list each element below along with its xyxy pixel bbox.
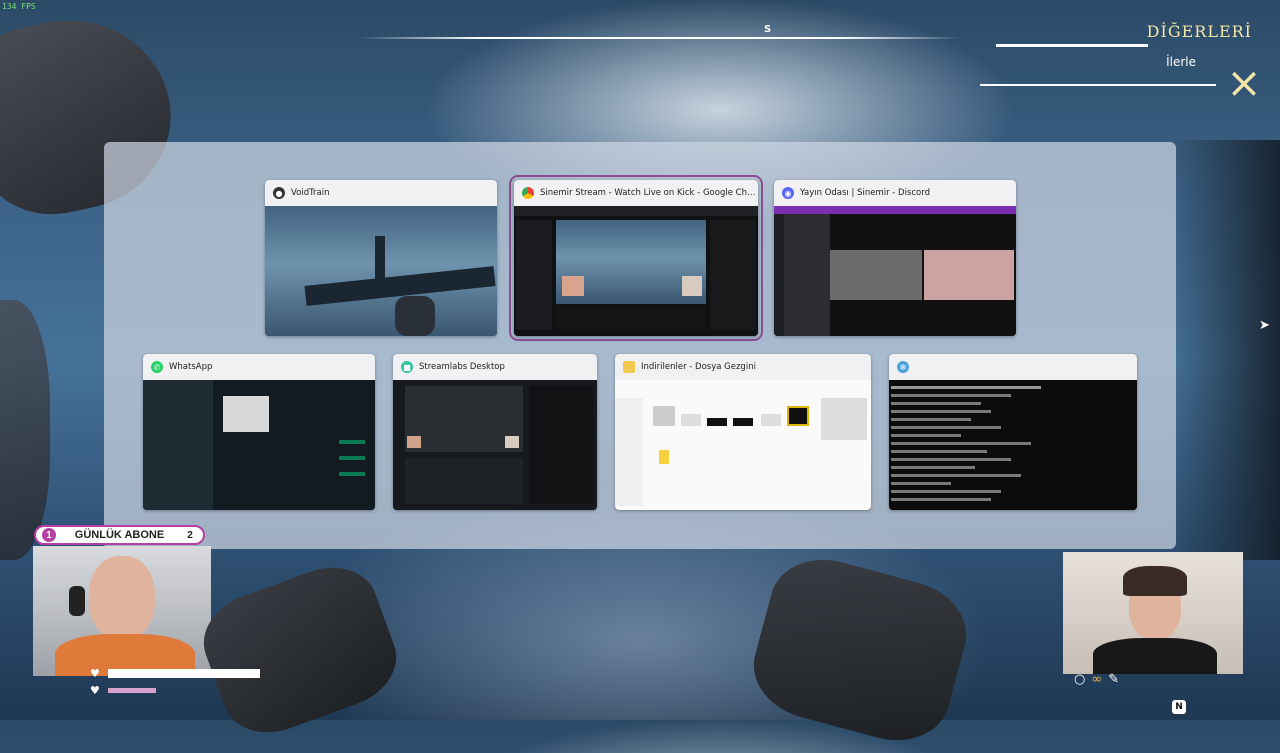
- objective-divider: [980, 84, 1216, 86]
- window-switcher: ● VoidTrain Sinemir Stream - Watch Live …: [104, 142, 1176, 549]
- window-preview: [265, 206, 497, 336]
- whatsapp-icon: ✆: [151, 361, 163, 373]
- window-preview: [615, 380, 871, 510]
- stamina-icon: ♥: [90, 684, 100, 697]
- folder-icon: [623, 361, 635, 373]
- window-titlebar: ● VoidTrain: [265, 180, 497, 206]
- window-titlebar: ✆ WhatsApp: [143, 354, 375, 380]
- window-preview: [514, 206, 758, 336]
- n-key-prompt: N: [1172, 700, 1186, 714]
- compass-direction: S: [764, 24, 772, 35]
- window-thumb-whatsapp[interactable]: ✆ WhatsApp: [143, 354, 375, 510]
- window-thumb-chrome-kick[interactable]: Sinemir Stream - Watch Live on Kick - Go…: [509, 175, 763, 341]
- compass: S: [360, 24, 960, 44]
- window-titlebar: ◉ Yayın Odası | Sinemir - Discord: [774, 180, 1016, 206]
- objective-title: DİĞERLERİ: [1146, 22, 1252, 41]
- mouse-cursor-icon: ➤: [1259, 318, 1270, 333]
- health-bar: [108, 669, 260, 678]
- goal-label: GÜNLÜK ABONE: [74, 529, 165, 541]
- window-preview: [143, 380, 375, 510]
- player-right-glove: [742, 546, 978, 753]
- objective-progress-bar: [996, 44, 1148, 47]
- window-title: VoidTrain: [291, 188, 330, 198]
- chrome-icon: [522, 187, 534, 199]
- window-titlebar: ✻: [889, 354, 1137, 380]
- terminal-icon: ✻: [897, 361, 909, 373]
- window-titlebar: Sinemir Stream - Watch Live on Kick - Go…: [514, 180, 758, 206]
- window-thumb-file-explorer[interactable]: İndirilenler - Dosya Gezgini: [615, 354, 871, 510]
- window-title: Streamlabs Desktop: [419, 362, 505, 372]
- window-preview: [889, 380, 1137, 510]
- circle-icon: ○: [1074, 672, 1086, 687]
- objective-panel: DİĞERLERİ İlerle ⨉: [980, 18, 1260, 108]
- player-left-glove: [191, 553, 409, 747]
- voidtrain-icon: ●: [273, 187, 285, 199]
- window-preview: [774, 206, 1016, 336]
- window-title: WhatsApp: [169, 362, 213, 372]
- objective-subtitle: İlerle: [1166, 55, 1196, 69]
- daily-sub-goal: 1 GÜNLÜK ABONE 2: [34, 525, 205, 545]
- fps-counter: 134 FPS: [2, 2, 36, 11]
- window-titlebar: İndirilenler - Dosya Gezgini: [615, 354, 871, 380]
- window-thumb-discord[interactable]: ◉ Yayın Odası | Sinemir - Discord: [774, 180, 1016, 336]
- window-title: Sinemir Stream - Watch Live on Kick - Go…: [540, 188, 758, 198]
- webcam-streamer: [33, 546, 211, 676]
- hud-status-icons: ○ ∞ ✎: [1074, 672, 1119, 687]
- goal-current: 1: [42, 528, 56, 542]
- window-preview: [393, 380, 597, 510]
- tool-icon: ✎: [1108, 672, 1120, 687]
- webcam-guest: [1063, 552, 1243, 674]
- health-icon: ♥: [90, 667, 100, 680]
- floating-rock: [0, 300, 50, 560]
- background-structure: [1170, 140, 1280, 560]
- window-title: Yayın Odası | Sinemir - Discord: [800, 188, 930, 198]
- window-thumb-terminal[interactable]: ✻: [889, 354, 1137, 510]
- discord-icon: ◉: [782, 187, 794, 199]
- streamlabs-icon: ■: [401, 361, 413, 373]
- window-thumb-streamlabs[interactable]: ■ Streamlabs Desktop: [393, 354, 597, 510]
- window-thumb-voidtrain[interactable]: ● VoidTrain: [265, 180, 497, 336]
- goal-target: 2: [187, 529, 193, 541]
- compass-line: [360, 37, 960, 39]
- infinity-icon: ∞: [1091, 672, 1103, 687]
- stamina-bar: [108, 688, 156, 693]
- objective-marker-icon: ⨉: [1232, 68, 1256, 103]
- window-title: İndirilenler - Dosya Gezgini: [641, 362, 756, 372]
- window-titlebar: ■ Streamlabs Desktop: [393, 354, 597, 380]
